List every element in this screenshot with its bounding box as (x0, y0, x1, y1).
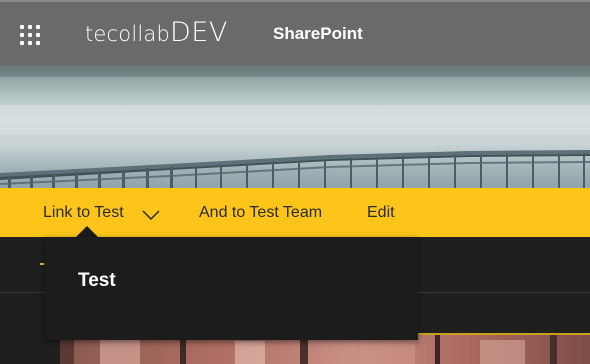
site-banner-image (0, 65, 590, 188)
tenant-name: tecollab (85, 22, 171, 46)
app-name-link[interactable]: SharePoint (273, 24, 363, 44)
suite-bar: tecollabDEV SharePoint (0, 0, 590, 65)
nav-edit-link[interactable]: Edit (367, 188, 395, 237)
tenant-logo[interactable]: tecollabDEV (85, 13, 228, 56)
flyout-item-test[interactable]: Test (78, 270, 116, 292)
app-launcher-icon[interactable] (20, 25, 40, 45)
nav-and-to-test-team[interactable]: And to Test Team (199, 188, 322, 237)
tenant-suffix: DEV (170, 17, 228, 48)
chevron-down-icon[interactable] (142, 210, 160, 220)
